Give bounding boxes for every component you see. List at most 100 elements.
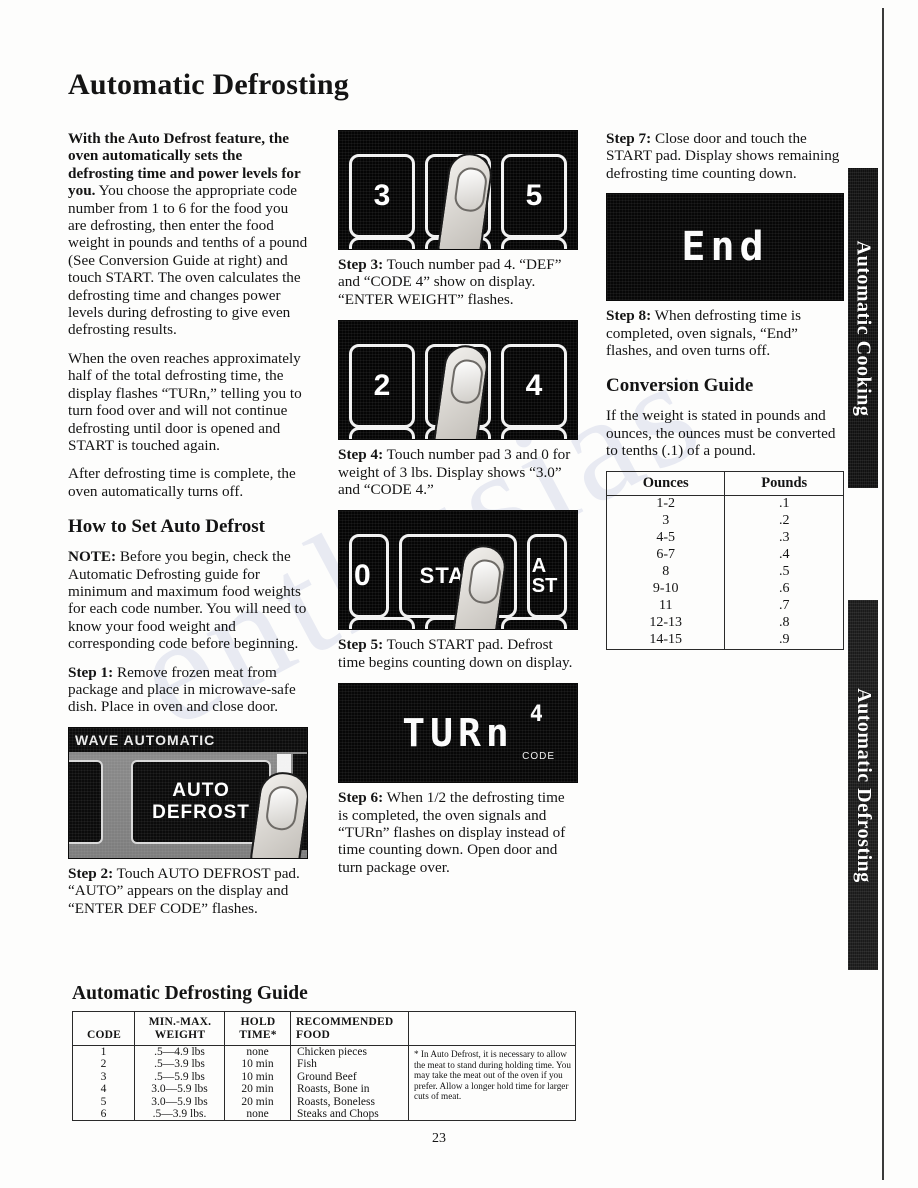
- pounds-cell: .3: [724, 529, 844, 547]
- number-pad-2: 2: [349, 344, 415, 429]
- guide-title: Automatic Defrosting Guide: [72, 983, 308, 1004]
- ounces-cell: 11: [658, 598, 673, 614]
- hold-time-cell: 10 min: [224, 1058, 291, 1071]
- number-pad-4: 4: [501, 344, 567, 429]
- ounces-cell: 4-5: [656, 530, 676, 546]
- food-cell: Steaks and Chops: [290, 1108, 409, 1121]
- guide-header-recommended-food: RECOMMENDED FOOD: [290, 1011, 409, 1046]
- heading-conversion-guide: Conversion Guide: [606, 375, 754, 397]
- ounces-cell: 8: [662, 564, 670, 580]
- note-paragraph: NOTE: Before you begin, check the Automa…: [68, 548, 308, 652]
- edge-tab-label: Automatic Defrosting: [852, 687, 875, 883]
- step-1-label: Step 1:: [68, 663, 114, 681]
- column-one: With the Auto Defrost feature, the oven …: [68, 130, 308, 929]
- table-row: 1 .5—4.9 lbs none Chicken pieces * In Au…: [73, 1045, 576, 1121]
- table-row: 11.7: [607, 597, 844, 615]
- guide-header-hold-time: HOLD TIME*: [224, 1011, 291, 1046]
- step-6: Step 6: When 1/2 the defrosting time is …: [338, 789, 578, 876]
- intro-rest: You choose the appropriate code number f…: [68, 182, 308, 339]
- hold-time-cell: 20 min: [224, 1095, 291, 1109]
- step-2-label: Step 2:: [68, 864, 114, 882]
- hold-time-cell: none: [224, 1108, 291, 1121]
- conversion-table-body: 1-2.1 3.2 4-5.3 6-7.4 8.5 9-10.6 11.7 12…: [607, 495, 844, 650]
- panel-left-key-stub: [69, 759, 103, 844]
- table-row: 9-10 .6: [607, 580, 844, 598]
- page-number-container: 23: [0, 1131, 918, 1147]
- ounces-cell: 14-15: [649, 632, 683, 648]
- table-row: 14-15 .9: [607, 631, 844, 650]
- code-cell: 3: [100, 1070, 107, 1083]
- pounds-cell: .5: [724, 563, 844, 581]
- step-1: Step 1: Remove frozen meat from package …: [68, 664, 308, 716]
- step-3-label: Step 3:: [338, 256, 384, 273]
- display-text-turn: TURn: [402, 711, 514, 756]
- step-4: Step 4: Touch number pad 3 and 0 for wei…: [338, 446, 578, 498]
- panel-band-label: WAVE AUTOMATIC: [69, 727, 307, 752]
- ounces-cell: 9-10: [652, 581, 679, 597]
- code-cell: 2: [100, 1058, 107, 1071]
- step-3: Step 3: Touch number pad 4. “DEF” and “C…: [338, 256, 578, 308]
- hold-time-cell: none: [224, 1045, 291, 1059]
- step-5: Step 5: Touch START pad. Defrost time be…: [338, 636, 578, 671]
- display-code-label: CODE: [522, 751, 555, 763]
- step-8: Step 8: When defrosting time is complete…: [606, 307, 844, 359]
- weight-cell: 3.0—5.9 lbs: [134, 1095, 225, 1109]
- pounds-cell: .9: [724, 631, 844, 650]
- table-row: 6-7 .4: [607, 546, 844, 564]
- guide-table-body: 1 .5—4.9 lbs none Chicken pieces * In Au…: [73, 1045, 576, 1121]
- conversion-table: Ounces Pounds 1-2.1 3.2 4-5.3 6-7.4 8.5 …: [606, 470, 844, 650]
- photo-keypad-step5: 0 START A ST: [338, 510, 578, 631]
- number-pad-3: 3: [349, 154, 415, 238]
- food-cell: Fish: [290, 1058, 409, 1071]
- guide-footnote: * In Auto Defrost, it is necessary to al…: [408, 1045, 576, 1121]
- weight-cell: .5—5.9 lbs: [134, 1070, 225, 1084]
- weight-cell: .5—4.9 lbs: [134, 1045, 225, 1059]
- food-cell: Chicken pieces: [290, 1045, 409, 1059]
- table-row: 8.5: [607, 563, 844, 581]
- intro-paragraph: With the Auto Defrost feature, the oven …: [68, 130, 308, 339]
- auto-start-pad: A ST: [526, 534, 567, 619]
- auto-defrost-pad-line2: DEFROST: [152, 801, 250, 823]
- column-three: Step 7: Close door and touch the START p…: [606, 130, 844, 650]
- display-text-end: End: [681, 224, 769, 271]
- photo-keypad-step3: 3 4 5: [338, 130, 578, 250]
- pounds-cell: .6: [724, 580, 844, 598]
- edge-tab-automatic-cooking: Automatic Cooking: [848, 168, 878, 488]
- code-cell: 5: [100, 1095, 107, 1108]
- number-pad-5: 5: [501, 154, 567, 238]
- ounces-cell: 12-13: [649, 615, 683, 631]
- food-cell: Roasts, Bone in: [290, 1083, 409, 1096]
- paragraph-turn: When the oven reaches approximately half…: [68, 349, 302, 454]
- pounds-cell: .2: [724, 512, 844, 530]
- note-label: NOTE:: [68, 548, 117, 566]
- step-4-label: Step 4:: [338, 446, 384, 464]
- automatic-defrosting-guide-table: CODE MIN.-MAX. WEIGHT HOLD TIME* RECOMMEND…: [72, 1011, 576, 1122]
- photo-display-end: End: [606, 193, 844, 302]
- heading-how-to-set: How to Set Auto Defrost: [68, 516, 266, 538]
- guide-header-weight: MIN.-MAX. WEIGHT: [134, 1011, 225, 1046]
- pounds-cell: .1: [724, 495, 844, 513]
- code-cell: 6: [100, 1108, 107, 1121]
- paragraph-complete: After defrosting time is complete, the o…: [68, 465, 296, 500]
- step-5-label: Step 5:: [338, 636, 384, 654]
- pounds-cell: .8: [724, 614, 844, 632]
- document-page: enthusiastic Automatic Cooking Automatic…: [0, 0, 918, 1188]
- step-7: Step 7: Close door and touch the START p…: [606, 130, 844, 182]
- step-8-label: Step 8:: [606, 307, 652, 325]
- column-two: 3 4 5 Step 3: Touch number pad 4. “DEF” …: [338, 130, 578, 888]
- edge-tab-automatic-defrosting: Automatic Defrosting: [848, 600, 878, 970]
- food-cell: Ground Beef: [290, 1070, 409, 1084]
- food-cell: Roasts, Boneless: [290, 1095, 409, 1109]
- conv-header-ounces: Ounces: [606, 471, 725, 496]
- table-header-row: Ounces Pounds: [606, 471, 844, 496]
- display-code-digit: 4: [529, 702, 543, 728]
- pounds-cell: .7: [724, 597, 844, 615]
- page-number: 23: [432, 1131, 446, 1146]
- photo-display-turn: TURn 4 CODE: [338, 683, 578, 784]
- weight-cell: .5—3.9 lbs: [134, 1058, 225, 1071]
- conversion-intro: If the weight is stated in pounds and ou…: [606, 407, 836, 460]
- photo-auto-defrost-panel: WAVE AUTOMATIC AUTO DEFROST: [68, 726, 308, 859]
- ounces-cell: 3: [662, 513, 670, 529]
- hold-time-cell: 10 min: [224, 1070, 291, 1084]
- page-title: Automatic Defrosting: [68, 68, 349, 101]
